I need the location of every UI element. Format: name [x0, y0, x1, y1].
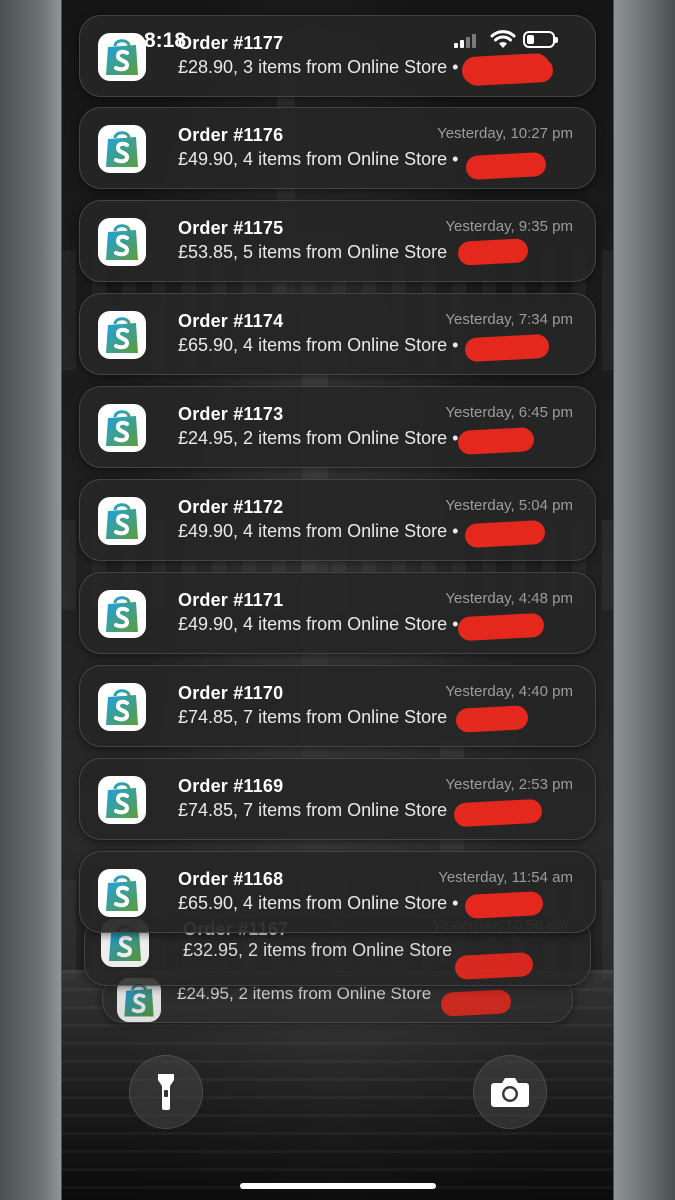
notification-title: Order #1170 — [178, 683, 284, 703]
status-bar: 8:18 — [62, 0, 613, 86]
notification-title: Order #1172 — [178, 497, 284, 517]
notification-card[interactable]: Order #1174 Yesterday, 7:34 pm £65.90, 4… — [79, 293, 596, 375]
redaction-mark — [457, 238, 529, 266]
redaction-mark — [464, 890, 544, 920]
redaction-mark — [461, 52, 551, 86]
notification-body: £65.90, 4 items from Online Store • — [178, 335, 459, 355]
notification-body: £49.90, 4 items from Online Store • — [178, 614, 459, 634]
redaction-mark — [457, 612, 545, 642]
notification-body: £74.85, 7 items from Online Store — [178, 800, 448, 820]
wifi-icon — [490, 30, 516, 48]
notification-title: Order #1173 — [178, 404, 284, 424]
notification-card[interactable]: Order #1169 Yesterday, 2:53 pm £74.85, 7… — [79, 758, 596, 840]
notification-time: Yesterday, 6:45 pm — [445, 404, 573, 421]
notification-title: Order #1175 — [178, 218, 284, 238]
notification-title: Order #1169 — [178, 776, 284, 796]
redaction-mark — [464, 519, 546, 549]
notification-body: £32.95, 2 items from Online Store — [183, 940, 453, 960]
shopify-bag-icon — [98, 869, 146, 917]
redaction-mark — [454, 951, 534, 981]
shopify-bag-icon — [98, 683, 146, 731]
notification-time: Yesterday, 4:40 pm — [445, 683, 573, 700]
home-indicator[interactable] — [240, 1183, 436, 1189]
shopify-bag-icon — [98, 590, 146, 638]
camera-icon — [491, 1078, 529, 1107]
notification-time: Yesterday, 5:04 pm — [445, 497, 573, 514]
notification-title: Order #1171 — [178, 590, 284, 610]
notification-body: £49.90, 4 items from Online Store • — [178, 521, 459, 541]
notification-body: £24.95, 2 items from Online Store — [177, 984, 432, 1003]
notification-time: Yesterday, 11:54 am — [438, 869, 573, 886]
cellular-signal-icon — [454, 33, 480, 48]
notification-time: Yesterday, 7:34 pm — [445, 311, 573, 328]
redaction-mark — [440, 989, 512, 1017]
notification-body: £74.85, 7 items from Online Store — [178, 707, 448, 727]
notification-title: Order #1176 — [178, 125, 284, 145]
notification-body: £49.90, 4 items from Online Store • — [178, 149, 459, 169]
redaction-mark — [464, 333, 550, 363]
status-time: 8:18 — [144, 29, 187, 52]
notification-time: Yesterday, 2:53 pm — [445, 776, 573, 793]
notification-body: £65.90, 4 items from Online Store • — [178, 893, 459, 913]
notification-title: Order #1168 — [178, 869, 284, 889]
redaction-mark — [457, 427, 535, 455]
battery-icon — [523, 31, 558, 48]
notification-card[interactable]: Order #1168 Yesterday, 11:54 am £65.90, … — [79, 851, 596, 933]
notification-body: £24.95, 2 items from Online Store • — [178, 428, 459, 448]
notification-card[interactable]: Order #1171 Yesterday, 4:48 pm £49.90, 4… — [79, 572, 596, 654]
lock-screen: Order #1177 £28.90, 3 items from Online … — [62, 0, 613, 1200]
notification-card[interactable]: Order #1172 Yesterday, 5:04 pm £49.90, 4… — [79, 479, 596, 561]
notification-body: £53.85, 5 items from Online Store — [178, 242, 448, 262]
shopify-bag-icon — [98, 497, 146, 545]
notification-time: Yesterday, 10:27 pm — [437, 125, 573, 142]
notification-title: Order #1174 — [178, 311, 284, 331]
shopify-bag-icon — [98, 218, 146, 266]
notification-card[interactable]: Order #1176 Yesterday, 10:27 pm £49.90, … — [79, 107, 596, 189]
shopify-bag-icon — [98, 311, 146, 359]
flashlight-button[interactable] — [129, 1055, 203, 1129]
camera-button[interactable] — [473, 1055, 547, 1129]
notification-time: Yesterday, 4:48 pm — [445, 590, 573, 607]
notification-card[interactable]: Order #1175 Yesterday, 9:35 pm £53.85, 5… — [79, 200, 596, 282]
shopify-bag-icon — [98, 404, 146, 452]
notification-card[interactable]: Order #1170 Yesterday, 4:40 pm £74.85, 7… — [79, 665, 596, 747]
flashlight-icon — [158, 1074, 174, 1110]
redaction-mark — [453, 798, 543, 828]
shopify-bag-icon — [98, 125, 146, 173]
shopify-bag-icon — [98, 776, 146, 824]
redaction-mark — [455, 705, 529, 733]
notification-time: Yesterday, 9:35 pm — [445, 218, 573, 235]
notification-card[interactable]: Order #1173 Yesterday, 6:45 pm £24.95, 2… — [79, 386, 596, 468]
redaction-mark — [465, 151, 547, 181]
